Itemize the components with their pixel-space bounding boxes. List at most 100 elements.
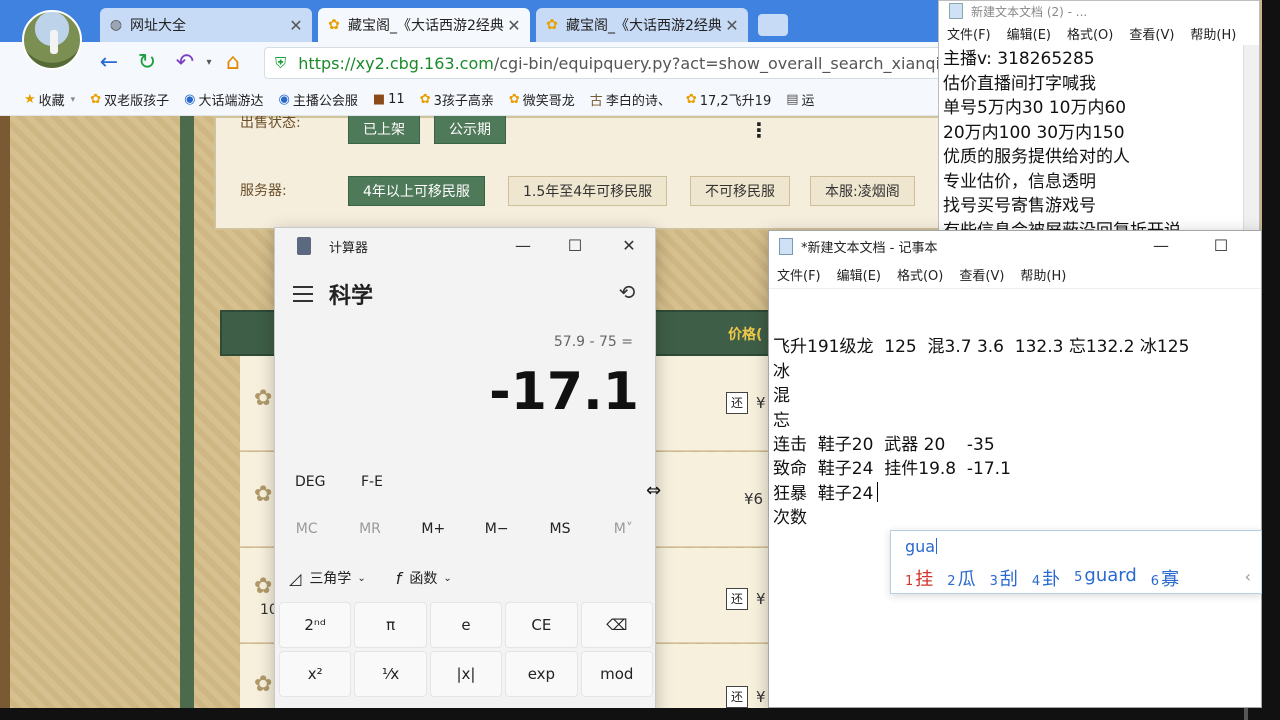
bookmark-item[interactable]: ■ 11 (373, 92, 405, 107)
bookmark-item[interactable]: 古李白的诗、 (590, 90, 671, 109)
bookmark-favorites[interactable]: ★ 收藏 ▾ (24, 90, 75, 109)
memory-subtract-button[interactable]: M− (465, 514, 528, 544)
absolute-button[interactable]: |x| (429, 651, 503, 697)
close-icon[interactable]: ✕ (609, 228, 649, 264)
calculator-window[interactable]: 计算器 — ☐ ✕ 科学 ⟲ 57.9 - 75 = -17.1 DEG F-E… (274, 227, 656, 720)
status-option-listed[interactable]: 已上架 (348, 116, 420, 144)
menu-edit[interactable]: 编辑(E) (1007, 24, 1051, 43)
new-tab-button[interactable] (758, 14, 788, 36)
notepad-window-secondary[interactable]: 新建文本文档 (2) - ... 文件(F) 编辑(E) 格式(O) 查看(V)… (938, 0, 1260, 232)
bookmark-item[interactable]: ▤ 运 (786, 90, 814, 109)
menu-file[interactable]: 文件(F) (947, 24, 991, 43)
memory-clear-button[interactable]: MC (275, 514, 338, 544)
menu-format[interactable]: 格式(O) (897, 265, 943, 284)
undo-icon[interactable]: ↶ (172, 50, 198, 76)
refresh-icon[interactable]: ↻ (134, 50, 160, 76)
fe-toggle[interactable]: F-E (361, 474, 383, 490)
minimize-icon[interactable]: — (1141, 228, 1181, 264)
pi-button[interactable]: π (354, 602, 427, 648)
memory-store-button[interactable]: MS (528, 514, 591, 544)
address-bar[interactable]: ⛨ https://xy2.cbg.163.com/cgi-bin/equipq… (264, 47, 940, 79)
decorative-strip (180, 116, 194, 720)
text-line: 连击 鞋子20 武器 20 -35 (773, 435, 995, 456)
ime-candidate-1[interactable]: 1挂 (905, 565, 933, 591)
ime-candidate-4[interactable]: 4卦 (1032, 565, 1060, 591)
home-icon[interactable]: ⌂ (220, 50, 246, 76)
server-option-4y[interactable]: 4年以上可移民服 (348, 176, 485, 206)
ancient-icon: 古 (589, 94, 603, 109)
scrollbar[interactable] (1243, 45, 1259, 231)
navigation-bar: ← ↻ ↶ ▾ ⌂ ⛨ https://xy2.cbg.163.com/cgi-… (0, 42, 940, 84)
menu-help[interactable]: 帮助(H) (1020, 265, 1066, 284)
trig-dropdown[interactable]: ◿ 三角学 ⌄ (289, 568, 366, 588)
bookmark-item[interactable]: ✿ 微笑哥龙 (509, 90, 575, 109)
chevron-left-icon[interactable]: ‹ (1245, 567, 1251, 586)
maximize-icon[interactable]: ☐ (1201, 228, 1241, 264)
swirl-icon: ◉ (278, 92, 290, 107)
maximize-icon[interactable]: ☐ (555, 228, 595, 264)
status-option-public[interactable]: 公示期 (434, 116, 506, 144)
text-line: 次数 (773, 508, 807, 529)
mod-button[interactable]: mod (580, 651, 653, 697)
menu-icon[interactable] (293, 286, 313, 302)
menu-view[interactable]: 查看(V) (1129, 24, 1174, 43)
memory-list-button[interactable]: M˅ (592, 514, 655, 544)
e-button[interactable]: e (429, 602, 503, 648)
close-icon[interactable]: ✕ (724, 16, 740, 35)
bookmark-item[interactable]: ◉ 主播公会服 (278, 90, 357, 109)
ime-candidates: 1挂 2瓜 3刮 4卦 5 guard 6寡 (905, 565, 1193, 591)
server-option-local[interactable]: 本服:凌烟阁 (810, 176, 915, 206)
tab-nav-sites[interactable]: ◍ 网址大全 ✕ (100, 8, 312, 42)
menu-format[interactable]: 格式(O) (1067, 24, 1113, 43)
user-avatar[interactable] (22, 10, 82, 70)
memory-add-button[interactable]: M+ (402, 514, 465, 544)
history-icon[interactable]: ⟲ (615, 280, 639, 304)
text-line: 主播v: 318265285 (943, 49, 1095, 69)
bookmark-item[interactable]: ✿ 17,2飞升19 (686, 90, 771, 109)
bookmark-item[interactable]: ✿ 3孩子高亲 (420, 90, 494, 109)
menu-file[interactable]: 文件(F) (777, 265, 821, 284)
function-label: 函数 (409, 571, 438, 587)
memory-recall-button[interactable]: MR (338, 514, 401, 544)
window-title-bar[interactable]: *新建文本文档 - 记事本 (769, 231, 1261, 261)
menu-edit[interactable]: 编辑(E) (837, 265, 881, 284)
second-button[interactable]: 2ⁿᵈ (279, 602, 352, 648)
function-dropdown[interactable]: f 函数 ⌄ (396, 568, 452, 588)
close-icon[interactable]: ✕ (506, 16, 522, 35)
deg-toggle[interactable]: DEG (295, 474, 325, 490)
ime-candidate-5[interactable]: 5 guard (1074, 565, 1137, 591)
ime-candidate-3[interactable]: 3刮 (990, 565, 1018, 591)
bookmark-item[interactable]: ◉ 大话端游达 (184, 90, 263, 109)
ime-candidate-6[interactable]: 6寡 (1151, 565, 1179, 591)
exp-button[interactable]: exp (505, 651, 578, 697)
bookmark-label: 运 (801, 94, 815, 109)
back-arrow-icon[interactable]: ← (96, 50, 122, 76)
chick-icon: ✿ (685, 92, 697, 107)
bookmark-label: 微笑哥龙 (522, 94, 575, 109)
close-icon[interactable]: ✕ (288, 16, 304, 35)
backspace-button[interactable]: ⌫ (580, 602, 653, 648)
status-label: 出售状态: (240, 116, 301, 131)
minimize-icon[interactable]: — (503, 228, 543, 264)
document-icon: ▤ (786, 92, 799, 107)
tab-cbg-1[interactable]: ✿ 藏宝阁_《大话西游2经典 ✕ (318, 8, 530, 42)
bookmark-item[interactable]: ✿ 双老版孩子 (90, 90, 169, 109)
text-area[interactable]: 主播v: 318265285 估价直播间打字喊我 单号5万内30 10万内60 … (939, 45, 1259, 231)
chevron-down-icon[interactable]: ▾ (196, 50, 222, 76)
screen-edge (1262, 0, 1280, 720)
tab-cbg-2[interactable]: ✿ 藏宝阁_《大话西游2经典 ✕ (536, 8, 748, 42)
square-button[interactable]: x² (279, 651, 352, 697)
globe-icon: ◍ (109, 17, 123, 33)
notepad-window[interactable]: *新建文本文档 - 记事本 — ☐ 文件(F) 编辑(E) 格式(O) 查看(V… (768, 230, 1262, 708)
server-option-no-migrate[interactable]: 不可移民服 (690, 176, 790, 206)
menu-help[interactable]: 帮助(H) (1190, 24, 1236, 43)
window-title-bar[interactable]: 新建文本文档 (2) - ... (939, 1, 1259, 21)
window-title-bar[interactable]: 计算器 (275, 228, 655, 264)
menu-view[interactable]: 查看(V) (959, 265, 1004, 284)
clear-entry-button[interactable]: CE (505, 602, 578, 648)
price-header[interactable]: 价格( (728, 324, 762, 344)
server-option-1-5y[interactable]: 1.5年至4年可移民服 (508, 176, 668, 206)
ime-candidate-2[interactable]: 2瓜 (947, 565, 975, 591)
reciprocal-button[interactable]: ¹⁄x (354, 651, 427, 697)
more-icon[interactable]: ⋮ (749, 118, 769, 142)
